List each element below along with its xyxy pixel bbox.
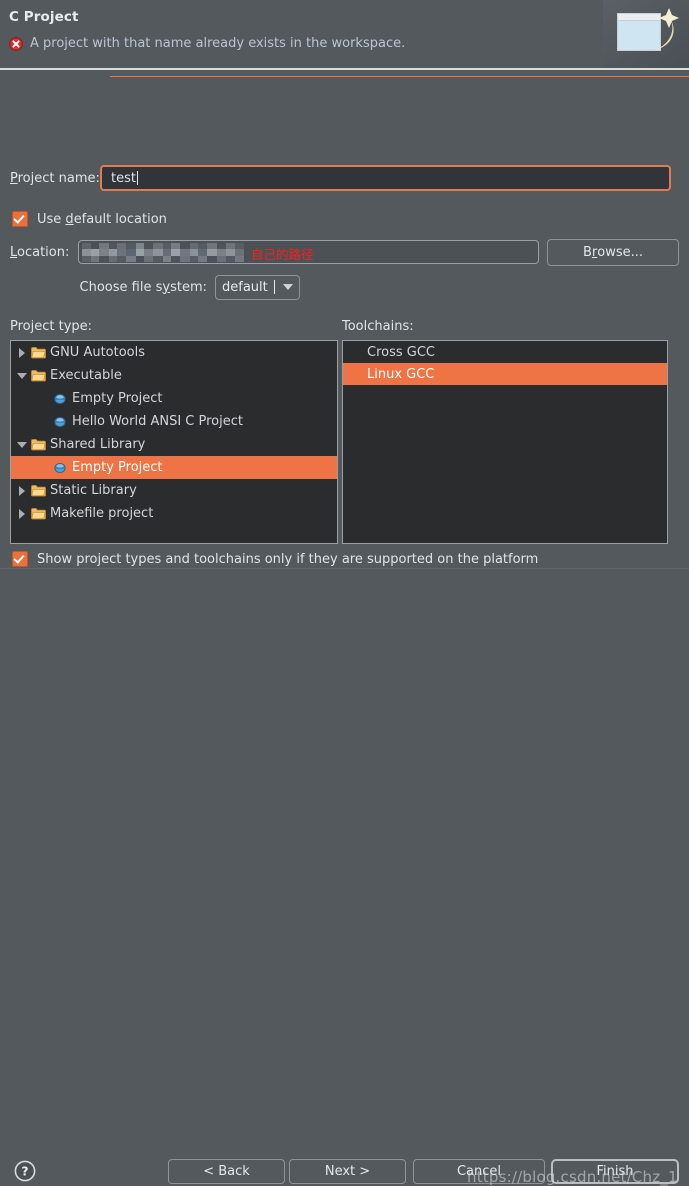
project-type-item[interactable]: Hello World ANSI C Project bbox=[11, 410, 337, 433]
project-type-item-label: Hello World ANSI C Project bbox=[72, 414, 243, 429]
location-row: Location: 自己的路径 B r owse... bbox=[0, 238, 689, 266]
svg-text:?: ? bbox=[22, 1164, 29, 1178]
folder-icon bbox=[29, 484, 47, 497]
finish-button[interactable]: Finish bbox=[551, 1159, 679, 1184]
folder-icon bbox=[29, 438, 47, 451]
error-circle-icon bbox=[9, 36, 23, 51]
toolchain-item-label: Linux GCC bbox=[367, 366, 435, 382]
browse-button[interactable]: Br owse... bbox=[547, 238, 679, 266]
file-system-row: Choose file system: default bbox=[0, 274, 689, 300]
page-title: C Project bbox=[9, 9, 79, 25]
project-type-item[interactable]: Shared Library bbox=[11, 433, 337, 456]
project-type-item-label: Makefile project bbox=[50, 506, 154, 521]
project-type-item-label: Empty Project bbox=[72, 460, 163, 475]
back-button[interactable]: < Back bbox=[168, 1159, 285, 1184]
project-type-item[interactable]: Executable bbox=[11, 364, 337, 387]
accent-strip bbox=[110, 76, 689, 77]
cancel-button[interactable]: Cancel bbox=[413, 1159, 545, 1184]
help-question-icon[interactable]: ? bbox=[14, 1160, 36, 1182]
project-type-item[interactable]: GNU Autotools bbox=[11, 341, 337, 364]
project-type-item[interactable]: Empty Project bbox=[11, 387, 337, 410]
chevron-down-icon[interactable] bbox=[15, 372, 29, 379]
show-supported-label: Show project types and toolchains only i… bbox=[37, 551, 539, 567]
error-message-text: A project with that name already exists … bbox=[30, 36, 406, 51]
chevron-right-icon[interactable] bbox=[15, 485, 29, 496]
toolchains-label: Toolchains: bbox=[342, 319, 414, 334]
toolchain-item[interactable]: Cross GCC bbox=[343, 341, 667, 363]
project-type-item-label: Shared Library bbox=[50, 437, 146, 452]
location-label: Location: bbox=[10, 244, 70, 260]
wizard-button-bar: ? < Back Next > Cancel Finish https://bl… bbox=[0, 569, 689, 1186]
show-supported-row[interactable]: Show project types and toolchains only i… bbox=[12, 551, 538, 567]
combo-caret-line bbox=[273, 280, 275, 294]
folder-icon bbox=[29, 507, 47, 520]
chevron-right-icon[interactable] bbox=[15, 347, 29, 358]
project-type-label: Project type: bbox=[10, 319, 93, 334]
use-default-location-row[interactable]: Use default location bbox=[12, 211, 167, 227]
project-type-item[interactable]: Empty Project bbox=[11, 456, 337, 479]
file-system-label: Choose file system: bbox=[79, 279, 207, 295]
project-type-item[interactable]: Static Library bbox=[11, 479, 337, 502]
project-type-item[interactable]: Makefile project bbox=[11, 502, 337, 525]
chevron-down-icon[interactable] bbox=[15, 441, 29, 448]
show-supported-checkbox[interactable] bbox=[12, 551, 28, 567]
location-input[interactable]: 自己的路径 bbox=[78, 240, 539, 264]
project-type-item-label: Static Library bbox=[50, 483, 137, 498]
file-system-select[interactable]: default bbox=[215, 274, 300, 300]
use-default-location-checkbox[interactable] bbox=[12, 211, 28, 227]
project-type-item-label: Empty Project bbox=[72, 391, 163, 406]
folder-icon bbox=[29, 369, 47, 382]
location-annotation: 自己的路径 bbox=[251, 247, 314, 262]
file-system-value: default bbox=[222, 279, 268, 295]
folder-icon bbox=[29, 346, 47, 359]
project-node-icon bbox=[51, 393, 69, 405]
project-name-value: test bbox=[111, 170, 136, 186]
project-type-item-label: Executable bbox=[50, 368, 122, 383]
project-node-icon bbox=[51, 416, 69, 428]
project-name-row: Project name: test bbox=[0, 164, 689, 192]
text-caret bbox=[136, 171, 138, 185]
use-default-location-label: Use default location bbox=[37, 211, 167, 227]
project-type-item-label: GNU Autotools bbox=[50, 345, 146, 360]
next-button[interactable]: Next > bbox=[289, 1159, 406, 1184]
error-message-row: A project with that name already exists … bbox=[9, 36, 405, 51]
wizard-header: C Project A project with that name alrea… bbox=[0, 0, 689, 68]
new-project-wizard-banner-icon bbox=[603, 0, 689, 68]
project-node-icon bbox=[51, 462, 69, 474]
project-name-input[interactable]: test bbox=[100, 165, 671, 191]
toolchain-item[interactable]: Linux GCC bbox=[343, 363, 667, 385]
chevron-down-icon bbox=[283, 284, 293, 290]
toolchain-item-label: Cross GCC bbox=[367, 344, 435, 360]
toolchains-list[interactable]: Cross GCC Linux GCC bbox=[342, 340, 668, 544]
project-type-tree[interactable]: GNU Autotools Executable Empty Project Hell… bbox=[10, 340, 338, 544]
masked-path-mosaic bbox=[82, 243, 244, 262]
chevron-right-icon[interactable] bbox=[15, 508, 29, 519]
project-name-label: Project name: bbox=[10, 170, 100, 186]
